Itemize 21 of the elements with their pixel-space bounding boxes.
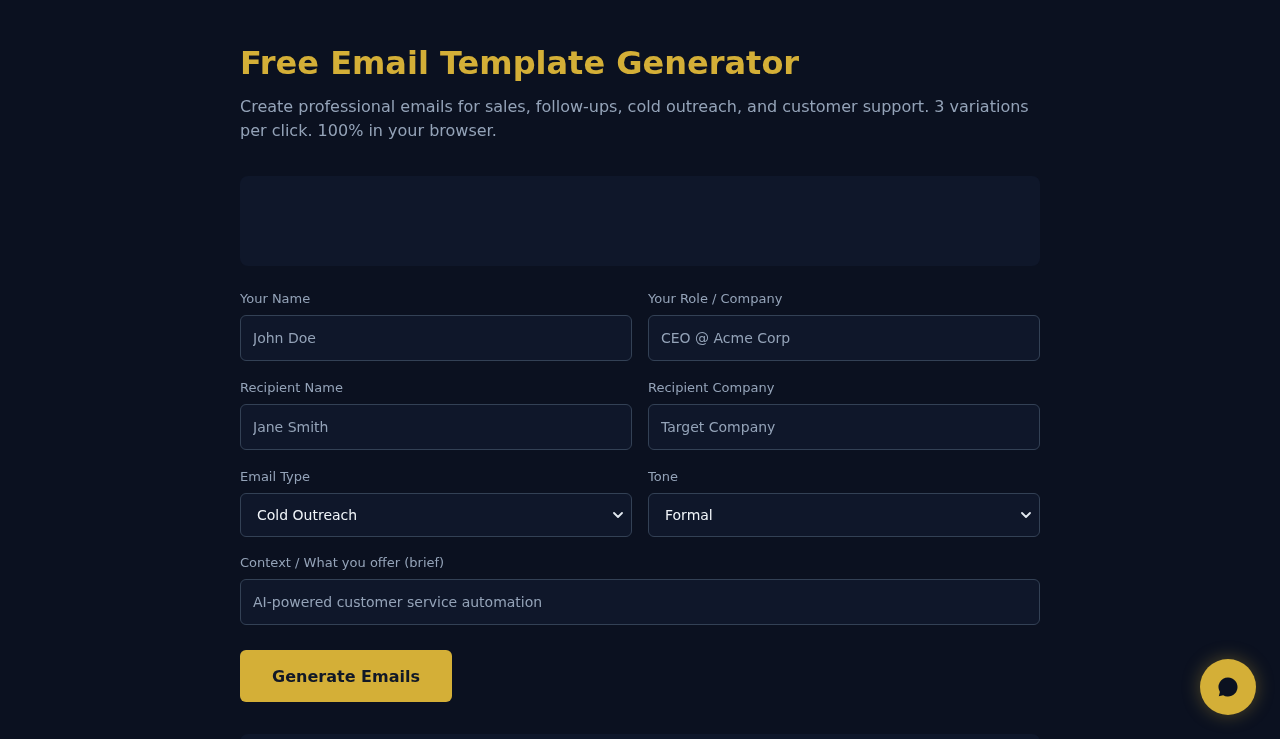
text-input-field[interactable]: AI-powered customer service automation	[240, 579, 1040, 625]
field-label: Tone	[648, 468, 678, 486]
chevron-down-icon	[613, 512, 623, 518]
field-label: Context / What you offer (brief)	[240, 554, 445, 572]
dropdown-select[interactable]: Cold Outreach	[240, 493, 632, 537]
field-label: Recipient Company	[648, 379, 775, 397]
dropdown-select[interactable]: Formal	[648, 493, 1040, 537]
chat-bubble-icon	[1217, 676, 1239, 698]
field-label: Recipient Name	[240, 379, 343, 397]
chat-button[interactable]	[1200, 659, 1256, 715]
page-title: Free Email Template Generator	[240, 44, 801, 82]
field-label: Your Role / Company	[648, 290, 783, 308]
text-input-field[interactable]: Target Company	[648, 404, 1040, 450]
text-input-field[interactable]: Jane Smith	[240, 404, 632, 450]
generate-button[interactable]: Generate Emails	[240, 650, 452, 702]
text-input-field[interactable]: John Doe	[240, 315, 632, 361]
text-input-field[interactable]: CEO @ Acme Corp	[648, 315, 1040, 361]
field-label: Email Type	[240, 468, 311, 486]
page-subtitle: Create professional emails for sales, follow-ups, cold outreach, and customer support. 3 variations per click. 100% in your browser.	[240, 96, 1030, 142]
field-label: Your Name	[240, 290, 311, 308]
chevron-down-icon	[1021, 512, 1031, 518]
